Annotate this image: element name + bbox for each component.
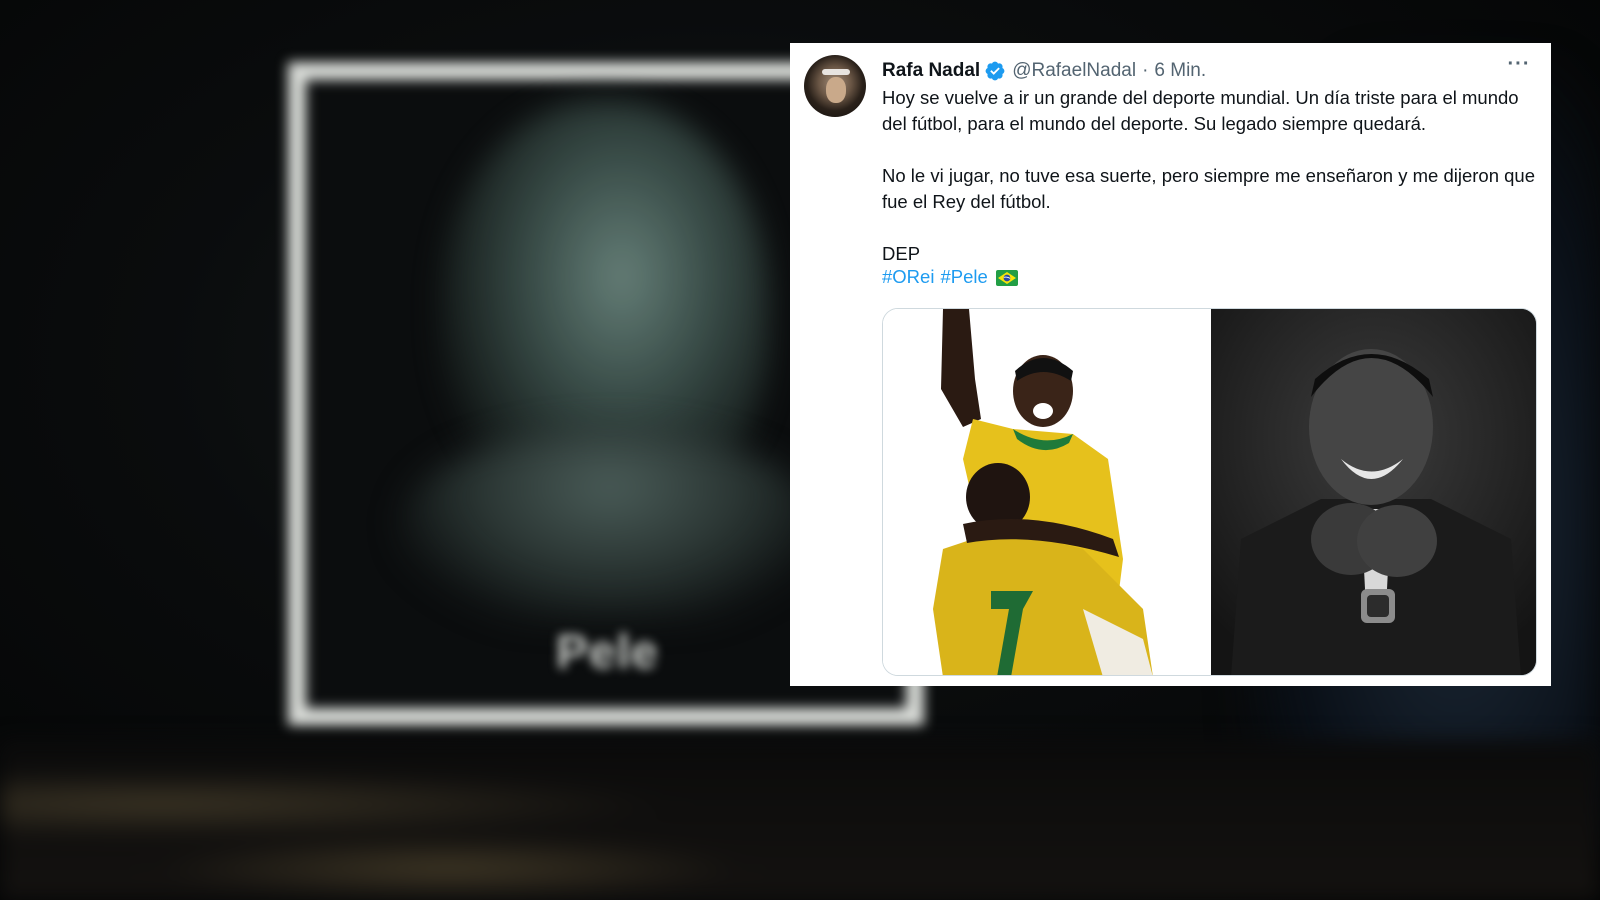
avatar[interactable] <box>804 55 866 117</box>
brazil-flag-icon <box>995 270 1018 286</box>
verified-badge-icon <box>985 61 1005 81</box>
tweet-paragraph-1: Hoy se vuelve a ir un grande del deporte… <box>882 87 1519 134</box>
photo-pele-portrait[interactable] <box>1211 309 1536 675</box>
more-options-icon[interactable]: ··· <box>1505 54 1533 79</box>
hashtag-row: #ORei #Pele <box>882 264 1018 290</box>
pele-celebrating-image <box>883 309 1210 675</box>
display-name[interactable]: Rafa Nadal <box>882 60 980 82</box>
timestamp[interactable]: 6 Min. <box>1154 60 1206 82</box>
background-portrait-shoulders <box>400 430 820 620</box>
avatar-headband <box>822 69 850 75</box>
photo-pele-celebrating[interactable] <box>883 309 1211 675</box>
background-crowd <box>0 740 1600 900</box>
tweet-text: Hoy se vuelve a ir un grande del deporte… <box>882 85 1537 267</box>
pele-portrait-image <box>1211 309 1536 675</box>
hashtag-orei[interactable]: #ORei <box>882 264 934 290</box>
media-grid[interactable] <box>882 308 1537 676</box>
composite-image: Pele Rafa Nadal @RafaelNadal · 6 Min. ··… <box>0 0 1600 900</box>
handle[interactable]: @RafaelNadal <box>1012 60 1136 82</box>
background-caption: Pele <box>556 626 659 679</box>
tweet-paragraph-2: No le vi jugar, no tuve esa suerte, pero… <box>882 165 1536 212</box>
separator-dot: · <box>1142 60 1149 81</box>
hashtag-pele[interactable]: #Pele <box>940 264 987 290</box>
tweet-header: Rafa Nadal @RafaelNadal · 6 Min. <box>882 57 1206 85</box>
avatar-face <box>826 77 846 103</box>
tweet-card[interactable]: Rafa Nadal @RafaelNadal · 6 Min. ··· Hoy… <box>790 43 1551 686</box>
